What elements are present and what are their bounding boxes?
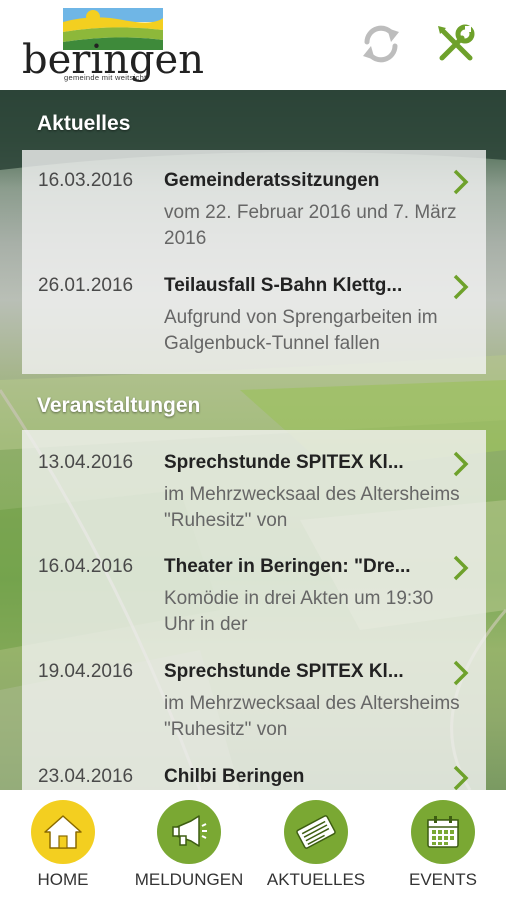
news-title: Teilausfall S-Bahn Klettg... [164,275,403,296]
event-date: 19.04.2016 [38,661,134,682]
chevron-right-icon [453,660,469,686]
news-title: Gemeinderatssitzungen [164,170,380,191]
nav-aktuelles-label: AKTUELLES [266,870,366,889]
event-title: Sprechstunde SPITEX Kl... [164,452,404,473]
nav-meldungen-circle [157,800,221,864]
nav-events-label: EVENTS [408,870,478,889]
event-description: im Mehrzwecksaal des Altersheims "Ruhesi… [164,484,460,531]
event-date: 23.04.2016 [38,766,134,787]
settings-button[interactable] [430,18,482,70]
dashboard-content[interactable]: Aktuelles 16.03.2016 Gemeinderatssitzung… [0,90,506,790]
nav-home-label: HOME [37,870,89,889]
nav-home-circle [31,800,95,864]
calendar-icon [427,816,459,848]
event-item[interactable]: 19.04.2016 Sprechstunde SPITEX Kl... im … [22,660,486,757]
app-header: beringen gemeinde mit weitsicht [0,0,506,90]
refresh-icon [363,25,399,63]
beringen-logo: beringen gemeinde mit weitsicht [20,6,204,84]
event-description: Komödie in drei Akten um 19:30 Uhr in de… [164,588,434,635]
nav-home[interactable]: HOME [0,790,126,900]
nav-aktuelles[interactable]: AKTUELLES [253,790,379,900]
event-item[interactable]: 23.04.2016 Chilbi Beringen [22,765,486,790]
event-date: 16.04.2016 [38,556,134,577]
news-description: Aufgrund von Sprengarbeiten im Galgenbuc… [164,307,438,354]
news-panel: 16.03.2016 Gemeinderatssitzungen vom 22.… [22,150,486,374]
megaphone-icon [172,815,207,847]
event-description: im Mehrzwecksaal des Altersheims "Ruhesi… [164,693,460,740]
event-title: Chilbi Beringen [164,766,305,787]
event-title: Theater in Beringen: "Dre... [164,556,411,577]
bottom-navigation: HOME MELDUNGEN AKTUELLES EVENTS [0,790,506,900]
events-section-title: Veranstaltungen [37,394,201,417]
chevron-right-icon [453,169,469,195]
chevron-right-icon [453,274,469,300]
newspaper-icon [296,815,336,849]
nav-aktuelles-circle [284,800,348,864]
nav-meldungen[interactable]: MELDUNGEN [126,790,252,900]
news-item[interactable]: 26.01.2016 Teilausfall S-Bahn Klettg... … [22,274,486,371]
tools-icon [438,24,475,61]
news-description: vom 22. Februar 2016 und 7. März 2016 [164,202,457,249]
news-section-title: Aktuelles [37,112,131,135]
chevron-right-icon [453,555,469,581]
chevron-right-icon [453,451,469,477]
event-date: 13.04.2016 [38,452,134,473]
event-item[interactable]: 13.04.2016 Sprechstunde SPITEX Kl... im … [22,451,486,548]
news-date: 16.03.2016 [38,170,134,191]
logo-tagline: gemeinde mit weitsicht [64,73,147,82]
chevron-right-icon [453,765,469,790]
nav-events[interactable]: EVENTS [380,790,506,900]
news-item[interactable]: 16.03.2016 Gemeinderatssitzungen vom 22.… [22,169,486,266]
news-date: 26.01.2016 [38,275,134,296]
refresh-button[interactable] [355,18,407,70]
events-panel: 13.04.2016 Sprechstunde SPITEX Kl... im … [22,430,486,790]
event-title: Sprechstunde SPITEX Kl... [164,661,404,682]
event-item[interactable]: 16.04.2016 Theater in Beringen: "Dre... … [22,555,486,652]
home-icon [44,815,82,849]
nav-meldungen-label: MELDUNGEN [134,870,244,889]
nav-events-circle [411,800,475,864]
